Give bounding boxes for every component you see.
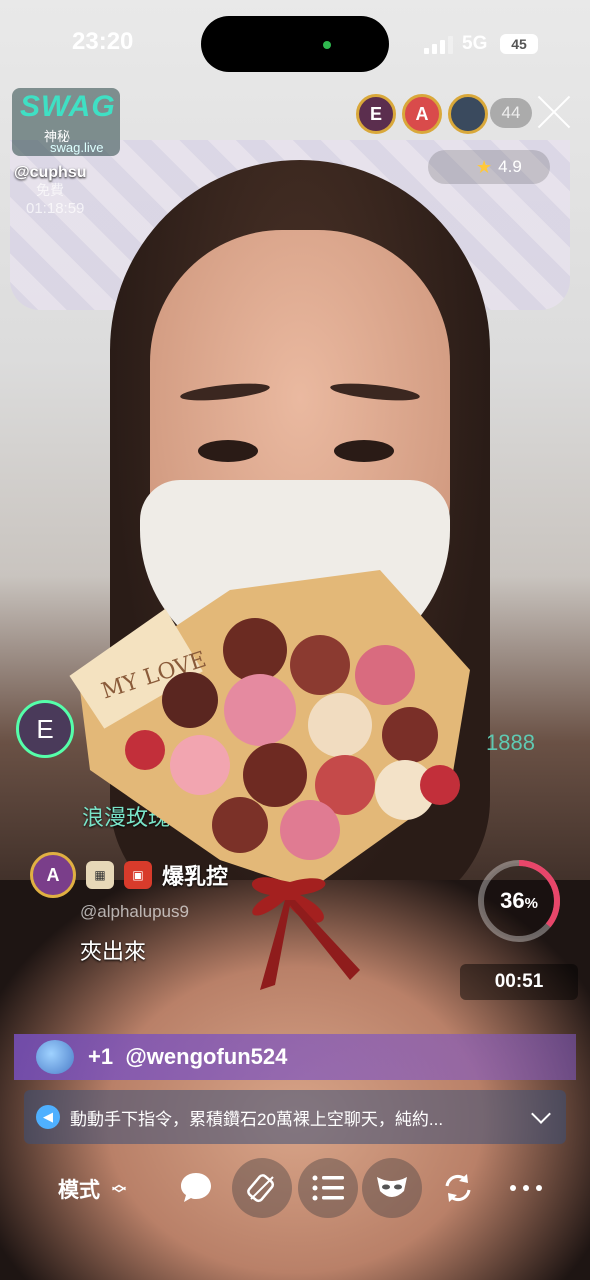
- rating-badge[interactable]: ★ 4.9: [428, 150, 550, 184]
- viewer-count[interactable]: 44: [490, 98, 532, 128]
- gift-button[interactable]: [232, 1158, 292, 1218]
- chevron-down-icon[interactable]: [531, 1104, 551, 1124]
- progress-percent: 36%: [500, 888, 538, 913]
- gift-progress-ring[interactable]: 36%: [474, 856, 564, 946]
- join-user[interactable]: @wengofun524: [125, 1044, 287, 1069]
- refresh-button[interactable]: [428, 1158, 488, 1218]
- countdown-timer: 00:51: [460, 964, 578, 1000]
- dynamic-island: [201, 16, 389, 72]
- stream-duration: 01:18:59: [26, 200, 85, 217]
- viewer-avatar[interactable]: E: [356, 94, 396, 134]
- swag-logo: SWAG 神秘 swag.live: [12, 88, 120, 156]
- car-icon: [36, 1040, 74, 1074]
- mask-icon: [377, 1177, 407, 1197]
- status-bar: 23:20 5G 45: [0, 0, 590, 90]
- bottom-toolbar: 模式 ︿ ﹀: [0, 1156, 590, 1222]
- logo-text: SWAG: [20, 90, 116, 123]
- close-icon[interactable]: [536, 94, 572, 130]
- list-button[interactable]: [298, 1158, 358, 1218]
- viewer-avatar[interactable]: [448, 94, 488, 134]
- join-count: +1: [88, 1044, 114, 1069]
- refresh-icon: [445, 1174, 471, 1202]
- star-icon: ★: [476, 156, 493, 177]
- rating-value: 4.9: [498, 157, 522, 176]
- network-label: 5G: [462, 33, 488, 54]
- viewer-avatar[interactable]: A: [402, 94, 442, 134]
- stream-label: 免費: [36, 182, 64, 198]
- chat-button[interactable]: [166, 1158, 226, 1218]
- progress-value: 36: [500, 888, 525, 913]
- more-icon: [510, 1185, 542, 1191]
- list-icon: [312, 1175, 344, 1201]
- more-button[interactable]: [496, 1158, 556, 1218]
- logo-site: swag.live: [50, 140, 104, 155]
- status-time: 23:20: [72, 28, 134, 55]
- updown-icon: ︿ ﹀: [112, 1176, 126, 1202]
- mask-button[interactable]: [362, 1158, 422, 1218]
- announcement-text: 動動手下指令，累積鑽石20萬裸上空聊天，純約...: [70, 1109, 444, 1129]
- mode-selector[interactable]: 模式 ︿ ﹀: [58, 1174, 126, 1204]
- battery-icon: 45: [500, 34, 538, 54]
- signal-icon: [424, 36, 453, 54]
- gift-icon: [247, 1174, 275, 1203]
- mode-label: 模式: [58, 1179, 100, 1202]
- chat-icon: [181, 1173, 211, 1202]
- top-viewers: E A: [356, 94, 488, 134]
- join-banner: +1 @wengofun524: [14, 1034, 576, 1080]
- speaker-icon: ◀: [36, 1105, 60, 1129]
- gift-bouquet-animation: MY LOVE: [69, 570, 470, 990]
- announcement-bar[interactable]: ◀ 動動手下指令，累積鑽石20萬裸上空聊天，純約...: [24, 1090, 566, 1144]
